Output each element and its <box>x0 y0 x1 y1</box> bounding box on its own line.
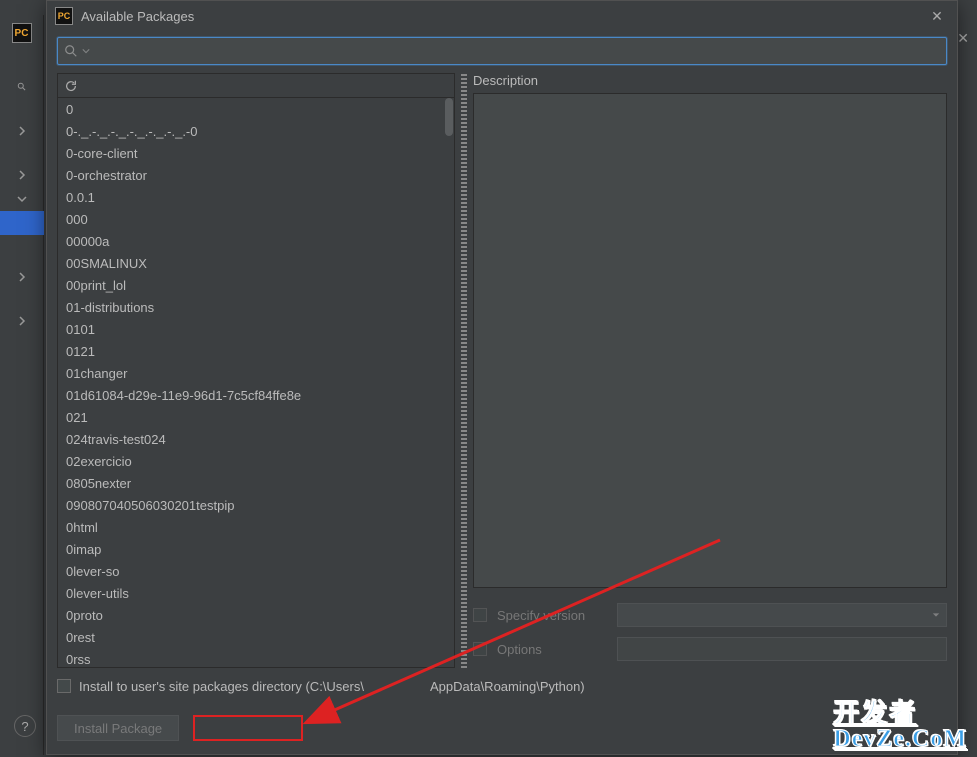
highlighted-annotation-box <box>193 715 303 741</box>
description-pane: Description Specify version Options <box>473 73 947 668</box>
package-item[interactable]: 0805nexter <box>58 472 444 494</box>
package-item[interactable]: 0lever-utils <box>58 582 444 604</box>
refresh-bar <box>58 74 454 98</box>
footer-row: Install Package <box>57 712 947 744</box>
package-item[interactable]: 0rss <box>58 648 444 667</box>
package-item[interactable]: 0-core-client <box>58 142 444 164</box>
package-item[interactable]: 0-orchestrator <box>58 164 444 186</box>
version-combobox[interactable] <box>617 603 947 627</box>
scrollbar-thumb[interactable] <box>445 98 453 136</box>
package-item[interactable]: 0proto <box>58 604 444 626</box>
refresh-icon[interactable] <box>64 79 78 93</box>
options-label: Options <box>497 642 607 657</box>
package-item[interactable]: 0.0.1 <box>58 186 444 208</box>
watermark: 开发者 DevZe.CoM <box>833 701 967 751</box>
package-item[interactable]: 0 <box>58 98 444 120</box>
options-input[interactable] <box>617 637 947 661</box>
chevron-right-icon <box>0 119 44 143</box>
package-item[interactable]: 0html <box>58 516 444 538</box>
install-user-site-row: Install to user's site packages director… <box>57 672 947 700</box>
package-item[interactable]: 0lever-so <box>58 560 444 582</box>
background-sidebar: PC <box>0 15 44 755</box>
dialog-title: Available Packages <box>81 9 917 24</box>
description-box <box>473 93 947 588</box>
pycharm-icon: PC <box>12 23 32 43</box>
content-row: 00-._.-._.-._.-._.-._.-._.-00-core-clien… <box>57 73 947 668</box>
package-item[interactable]: 0imap <box>58 538 444 560</box>
dialog-titlebar: PC Available Packages ✕ <box>47 1 957 31</box>
package-item[interactable]: 00SMALINUX <box>58 252 444 274</box>
package-item[interactable]: 0rest <box>58 626 444 648</box>
specify-version-label: Specify version <box>497 608 607 623</box>
search-field[interactable] <box>57 37 947 65</box>
package-item[interactable]: 021 <box>58 406 444 428</box>
watermark-line2: DevZe.CoM <box>833 727 967 751</box>
available-packages-dialog: PC Available Packages ✕ 00-._.-._.-._.-.… <box>46 0 958 755</box>
search-icon <box>0 75 44 99</box>
install-user-site-path: AppData\Roaming\Python) <box>430 679 585 694</box>
dialog-body: 00-._.-._.-._.-._.-._.-._.-00-core-clien… <box>47 31 957 754</box>
help-icon: ? <box>14 715 36 737</box>
specify-version-row: Specify version <box>473 600 947 630</box>
package-item[interactable]: 00000a <box>58 230 444 252</box>
chevron-right-icon <box>0 163 44 187</box>
chevron-down-icon <box>0 187 44 211</box>
chevron-down-icon[interactable] <box>82 47 90 55</box>
package-item[interactable]: 0121 <box>58 340 444 362</box>
package-item[interactable]: 090807040506030201testpip <box>58 494 444 516</box>
package-item[interactable]: 01-distributions <box>58 296 444 318</box>
package-item[interactable]: 02exercicio <box>58 450 444 472</box>
search-input[interactable] <box>94 44 940 59</box>
close-button[interactable]: ✕ <box>925 4 949 28</box>
pycharm-icon: PC <box>55 7 73 25</box>
package-item[interactable]: 01d61084-d29e-11e9-96d1-7c5cf84ffe8e <box>58 384 444 406</box>
specify-version-checkbox[interactable] <box>473 608 487 622</box>
options-checkbox[interactable] <box>473 642 487 656</box>
chevron-down-icon <box>932 611 940 619</box>
package-item[interactable]: 0101 <box>58 318 444 340</box>
selected-tree-item <box>0 211 44 235</box>
install-user-site-label: Install to user's site packages director… <box>79 679 364 694</box>
install-package-button[interactable]: Install Package <box>57 715 179 741</box>
pane-divider[interactable] <box>461 73 467 668</box>
package-list-pane: 00-._.-._.-._.-._.-._.-._.-00-core-clien… <box>57 73 455 668</box>
package-item[interactable]: 000 <box>58 208 444 230</box>
watermark-line1: 开发者 <box>833 701 967 727</box>
package-item[interactable]: 01changer <box>58 362 444 384</box>
options-row: Options <box>473 634 947 664</box>
package-list-wrapper: 00-._.-._.-._.-._.-._.-._.-00-core-clien… <box>58 98 454 667</box>
install-user-site-checkbox[interactable] <box>57 679 71 693</box>
package-list[interactable]: 00-._.-._.-._.-._.-._.-._.-00-core-clien… <box>58 98 444 667</box>
chevron-right-icon <box>0 309 44 333</box>
package-item[interactable]: 00print_lol <box>58 274 444 296</box>
description-label: Description <box>473 73 947 93</box>
search-icon <box>64 44 78 58</box>
close-icon: ✕ <box>957 30 969 47</box>
scrollbar[interactable] <box>444 98 454 667</box>
package-item[interactable]: 024travis-test024 <box>58 428 444 450</box>
package-item[interactable]: 0-._.-._.-._.-._.-._.-._.-0 <box>58 120 444 142</box>
chevron-right-icon <box>0 265 44 289</box>
background-tree <box>0 75 44 333</box>
